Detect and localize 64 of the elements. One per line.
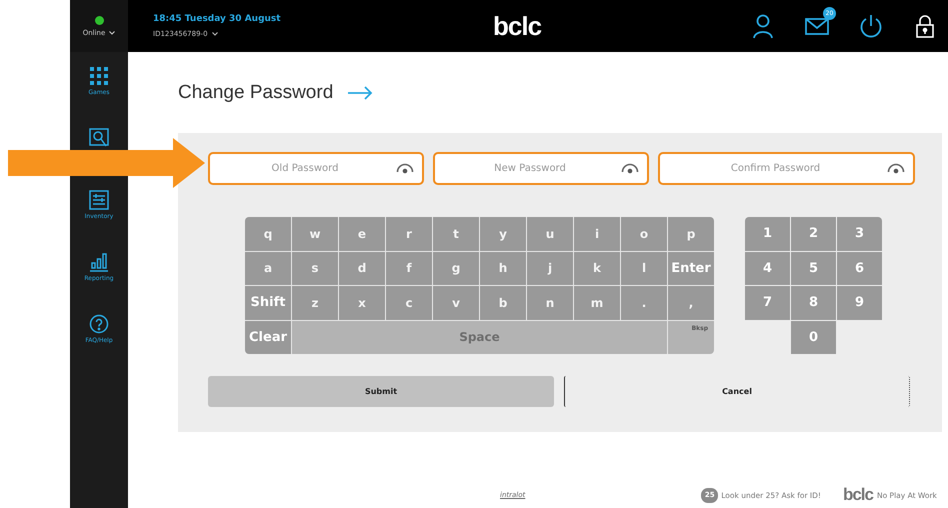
- key[interactable]: ,: [668, 286, 714, 320]
- key[interactable]: t: [433, 217, 479, 250]
- eye-icon[interactable]: [621, 162, 639, 174]
- key[interactable]: j: [527, 252, 573, 285]
- key[interactable]: z: [292, 286, 338, 320]
- key[interactable]: w: [292, 217, 338, 250]
- key[interactable]: e: [339, 217, 385, 250]
- key[interactable]: Shift: [245, 286, 291, 320]
- key[interactable]: v: [433, 286, 479, 320]
- search-icon: [89, 128, 109, 148]
- key[interactable]: 3: [837, 217, 882, 250]
- cancel-button[interactable]: Cancel: [564, 376, 910, 407]
- key[interactable]: Clear: [245, 320, 291, 354]
- password-field[interactable]: Old Password: [208, 152, 424, 185]
- key[interactable]: s: [292, 252, 338, 285]
- key[interactable]: c: [386, 286, 432, 320]
- key[interactable]: h: [480, 252, 526, 285]
- key[interactable]: y: [480, 217, 526, 250]
- key[interactable]: p: [668, 217, 714, 250]
- key[interactable]: Enter: [668, 252, 714, 285]
- key[interactable]: q: [245, 217, 291, 250]
- submit-button[interactable]: Submit: [208, 376, 554, 407]
- key[interactable]: 4: [745, 252, 790, 285]
- caret-icon[interactable]: [109, 30, 116, 34]
- eye-icon[interactable]: [887, 162, 905, 174]
- key[interactable]: x: [339, 286, 385, 320]
- key[interactable]: g: [433, 252, 479, 285]
- key[interactable]: n: [527, 286, 573, 320]
- eye-icon[interactable]: [396, 162, 414, 174]
- key[interactable]: a: [245, 252, 291, 285]
- footer-logo: bclc: [842, 485, 873, 505]
- key[interactable]: b: [480, 286, 526, 320]
- datetime: 18:45 Tuesday 30 August: [153, 14, 282, 24]
- key[interactable]: d: [339, 252, 385, 285]
- key[interactable]: m: [574, 286, 620, 320]
- key[interactable]: 7: [745, 286, 790, 320]
- page-title: Change Password: [178, 82, 334, 104]
- power-icon[interactable]: [858, 13, 884, 39]
- key[interactable]: 6: [837, 252, 882, 285]
- key[interactable]: f: [386, 252, 432, 285]
- sliders-icon: [88, 190, 109, 210]
- user-icon[interactable]: [750, 13, 776, 39]
- key[interactable]: 8: [791, 286, 836, 320]
- key[interactable]: r: [386, 217, 432, 250]
- grid-icon: [89, 66, 109, 86]
- bar-chart-icon: [88, 252, 109, 272]
- logo: bclc: [493, 10, 542, 42]
- key[interactable]: o: [621, 217, 667, 250]
- key[interactable]: Space: [292, 320, 667, 354]
- key[interactable]: 5: [791, 252, 836, 285]
- key[interactable]: u: [527, 217, 573, 250]
- key[interactable]: 9: [837, 286, 882, 320]
- key[interactable]: i: [574, 217, 620, 250]
- password-field[interactable]: Confirm Password: [658, 152, 915, 185]
- key[interactable]: k: [574, 252, 620, 285]
- arrow-icon: [347, 86, 374, 100]
- key[interactable]: .: [621, 286, 667, 320]
- help-icon: [88, 314, 109, 334]
- key[interactable]: 0: [791, 320, 836, 354]
- key[interactable]: l: [621, 252, 667, 285]
- caret-icon[interactable]: [212, 32, 218, 36]
- key[interactable]: 1: [745, 217, 790, 250]
- key[interactable]: 2: [791, 217, 836, 250]
- password-field[interactable]: New Password: [433, 152, 649, 185]
